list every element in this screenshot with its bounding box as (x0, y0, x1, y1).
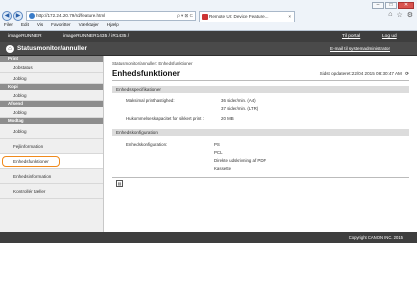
close-window-button[interactable]: ✕ (398, 2, 414, 9)
nav-buttons: ◀ ▶ (2, 10, 24, 22)
page-title: Enhedsfunktioner (112, 69, 181, 78)
config-value: PCL (214, 150, 223, 155)
sidebar-item-device-features[interactable]: Enhedsfunktioner (0, 154, 103, 169)
menu-tools[interactable]: Værktøjer (79, 22, 99, 27)
browser-toolbar-icons: ⌂ ☆ ⚙ (388, 11, 413, 19)
home-icon[interactable]: ⌂ (6, 45, 14, 53)
sidebar-item-copy-joblog[interactable]: Joblog (0, 90, 103, 101)
favicon-icon (202, 14, 208, 20)
back-icon[interactable]: ◀ (2, 11, 12, 21)
sidebar-item-error-info[interactable]: Fejlinformation (0, 139, 103, 154)
config-value: Kassette (214, 166, 232, 171)
top-bar: imageRUNNER imageRUNNER1435 / iR1435 / T… (0, 31, 417, 42)
maximize-button[interactable]: □ (385, 2, 397, 9)
divider (112, 177, 409, 178)
sidebar-item-print-jobstatus[interactable]: Jobstatus (0, 62, 103, 73)
browser-tab[interactable]: Remote UI: Device Feature... × (199, 11, 295, 22)
sidebar-item-check-counter[interactable]: Kontrollér tæller (0, 184, 103, 199)
spec-label: Maksimal printhastighed: (126, 98, 175, 103)
browser-chrome: – □ ✕ ◀ ▶ http://172.24.20.79/rd/feature… (0, 0, 417, 31)
config-value: PS (214, 142, 220, 147)
tab-title: Remote UI: Device Feature... (209, 14, 269, 19)
home-icon[interactable]: ⌂ (388, 11, 392, 19)
app-title: Statusmonitor/annuller (17, 45, 87, 52)
title-bar: ⌂ Statusmonitor/annuller E-mail til syst… (0, 42, 417, 56)
window-controls: – □ ✕ (372, 2, 414, 9)
breadcrumb: Statusmonitor/annuller: Enhedsfunktioner (112, 61, 193, 66)
menu-help[interactable]: Hjælp (107, 22, 119, 27)
refresh-icon[interactable]: ⟳ (405, 71, 409, 77)
address-tools[interactable]: ρ ▾ ⊠ C (177, 12, 193, 20)
divider (112, 80, 409, 81)
printer-icon[interactable]: ▤ (116, 180, 123, 187)
page-blank-area (0, 243, 417, 292)
logout-link[interactable]: Log ud (382, 34, 397, 39)
email-admin-link[interactable]: E-mail til systemadministrator (330, 46, 390, 51)
forward-icon[interactable]: ▶ (13, 11, 23, 21)
sidebar-item-receive-joblog[interactable]: Joblog (0, 124, 103, 139)
spec-value: 37 sider/min. (LTR) (221, 106, 259, 111)
product-name: imageRUNNER (8, 34, 42, 39)
browser-logo-icon (29, 13, 35, 19)
spec-value: 20 MB (221, 116, 234, 121)
minimize-button[interactable]: – (372, 2, 384, 9)
spec-header: Enhedsspecifikationer (112, 86, 409, 93)
config-header: Enhedskonfiguration (112, 129, 409, 136)
menu-view[interactable]: Vis (37, 22, 43, 27)
footer: Copyright CANON INC. 2015 (0, 232, 417, 243)
menu-bar: Filer Edit Vis Favoritter Værktøjer Hjæl… (4, 22, 119, 27)
sidebar-item-print-joblog[interactable]: Joblog (0, 73, 103, 84)
spec-value: 36 sider/min. (A4) (221, 98, 256, 103)
sidebar-item-label: Enhedsfunktioner (13, 159, 49, 164)
tab-close-icon[interactable]: × (288, 12, 291, 22)
settings-gear-icon[interactable]: ⚙ (407, 11, 413, 19)
sidebar-item-device-info[interactable]: Enhedsinformation (0, 169, 103, 184)
favorites-star-icon[interactable]: ☆ (396, 11, 402, 19)
portal-link[interactable]: Til portal (342, 34, 360, 39)
sidebar: Print Jobstatus Joblog Kopi Joblog Afsen… (0, 56, 104, 232)
config-label: Enhedskonfiguration: (126, 142, 168, 147)
menu-favorites[interactable]: Favoritter (51, 22, 70, 27)
address-url: http://172.24.20.79/rd/feature.html (36, 13, 106, 18)
last-updated: Sidst opdateret:22/04 2015 08:30:47 AM ⟳ (320, 71, 409, 77)
menu-file[interactable]: Filer (4, 22, 13, 27)
address-bar[interactable]: http://172.24.20.79/rd/feature.html ρ ▾ … (26, 11, 196, 21)
main-content: Statusmonitor/annuller: Enhedsfunktioner… (104, 56, 417, 232)
spec-label: Hukommelseskapacitet for sikkert print : (126, 116, 204, 121)
last-updated-text: Sidst opdateret:22/04 2015 08:30:47 AM (319, 71, 402, 76)
menu-edit[interactable]: Edit (21, 22, 29, 27)
device-name: imageRUNNER1435 / iR1435 / (63, 34, 130, 39)
sidebar-item-send-joblog[interactable]: Joblog (0, 107, 103, 118)
config-value: Direkte udskrivning af PDF (214, 158, 267, 163)
copyright-text: Copyright CANON INC. 2015 (348, 235, 403, 240)
